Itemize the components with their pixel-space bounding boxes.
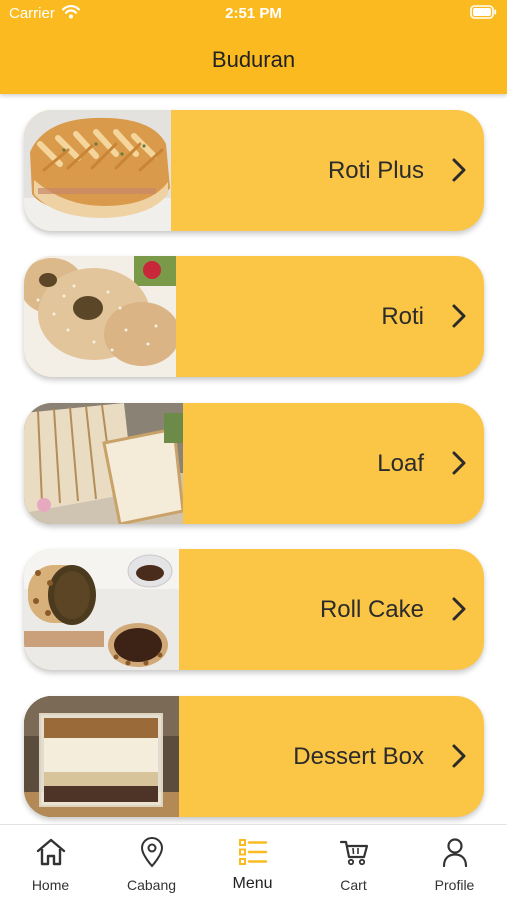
category-card-loaf[interactable]: Loaf: [24, 403, 484, 524]
sesame-bun-photo: [24, 256, 176, 377]
chevron-right-icon: [452, 597, 466, 621]
home-icon: [36, 838, 66, 866]
sliced-loaf-photo: [24, 403, 183, 524]
nav-label: Cart: [340, 877, 367, 893]
cart-icon: [339, 840, 369, 866]
category-card-roll-cake[interactable]: Roll Cake: [24, 549, 484, 670]
chevron-right-icon: [452, 744, 466, 768]
category-label: Roti: [381, 303, 424, 330]
person-icon: [442, 838, 468, 868]
chevron-right-icon: [452, 304, 466, 328]
roll-cake-photo: [24, 549, 179, 670]
category-label: Roti Plus: [327, 157, 424, 184]
category-label: Dessert Box: [293, 743, 424, 770]
dessert-box-photo: [24, 696, 179, 817]
category-card-dessert-box[interactable]: Dessert Box: [24, 696, 484, 817]
nav-label: Cabang: [126, 877, 177, 893]
nav-cabang[interactable]: Cabang: [101, 825, 202, 900]
status-bar: Carrier 2:51 PM: [0, 0, 507, 30]
nav-label: Menu: [232, 875, 273, 892]
category-label: Loaf: [377, 450, 424, 477]
braided-bread-photo: [24, 110, 171, 231]
location-pin-icon: [140, 837, 164, 868]
list-icon: [239, 839, 268, 865]
nav-menu[interactable]: Menu: [202, 825, 303, 900]
app-header: Carrier 2:51 PM Buduran: [0, 0, 507, 94]
bottom-nav: Home Cabang Menu Cart Profile: [0, 824, 507, 900]
category-label: Roll Cake: [319, 596, 424, 623]
nav-profile[interactable]: Profile: [404, 825, 505, 900]
nav-label: Home: [31, 877, 70, 893]
category-card-roti-plus[interactable]: Roti Plus: [24, 110, 484, 231]
category-card-roti[interactable]: Roti: [24, 256, 484, 377]
chevron-right-icon: [452, 451, 466, 475]
chevron-right-icon: [452, 158, 466, 182]
page-title: Buduran: [211, 47, 296, 72]
battery-icon: [470, 5, 497, 19]
nav-home[interactable]: Home: [0, 825, 101, 900]
nav-label: Profile: [434, 877, 475, 893]
category-list: Roti Plus Roti Loaf Roll Cake Dessert Bo…: [0, 94, 507, 824]
status-time: 2:51 PM: [225, 5, 282, 22]
nav-cart[interactable]: Cart: [303, 825, 404, 900]
